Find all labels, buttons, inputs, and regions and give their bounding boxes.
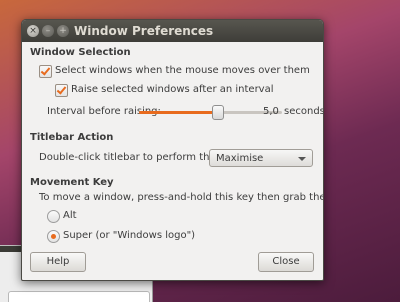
titlebar[interactable]: × – + Window Preferences — [22, 20, 323, 42]
window-title: Window Preferences — [74, 24, 214, 38]
window-selection-heading: Window Selection — [30, 47, 131, 58]
alt-radio-label[interactable]: Alt — [63, 210, 77, 221]
interval-slider[interactable] — [139, 111, 282, 114]
raise-after-interval-label[interactable]: Raise selected windows after an interval — [71, 84, 274, 95]
movement-key-heading: Movement Key — [30, 177, 114, 188]
interval-unit: seconds — [284, 106, 324, 117]
movement-key-description: To move a window, press-and-hold this ke… — [39, 192, 324, 203]
select-on-hover-checkbox[interactable] — [39, 65, 52, 78]
interval-slider-handle[interactable] — [211, 105, 224, 120]
raise-after-interval-checkbox[interactable] — [55, 84, 68, 97]
close-button[interactable]: Close — [258, 252, 314, 272]
chevron-down-icon — [298, 157, 306, 161]
interval-value: 5,0 — [263, 106, 279, 117]
select-on-hover-label[interactable]: Select windows when the mouse moves over… — [55, 65, 310, 76]
maximize-window-icon[interactable]: + — [57, 25, 69, 37]
background-text-field — [8, 291, 150, 302]
titlebar-action-selected: Maximise — [216, 153, 264, 164]
close-window-icon[interactable]: × — [27, 25, 39, 37]
super-radio-label[interactable]: Super (or "Windows logo") — [63, 230, 195, 241]
window-preferences-dialog: × – + Window Preferences Window Selectio… — [21, 19, 324, 281]
interval-slider-fill — [139, 111, 218, 114]
minimize-window-icon[interactable]: – — [42, 25, 54, 37]
help-button[interactable]: Help — [30, 252, 86, 272]
titlebar-action-dropdown[interactable]: Maximise — [209, 149, 313, 167]
super-radio[interactable] — [47, 230, 60, 243]
alt-radio[interactable] — [47, 210, 60, 223]
titlebar-action-heading: Titlebar Action — [30, 132, 114, 143]
